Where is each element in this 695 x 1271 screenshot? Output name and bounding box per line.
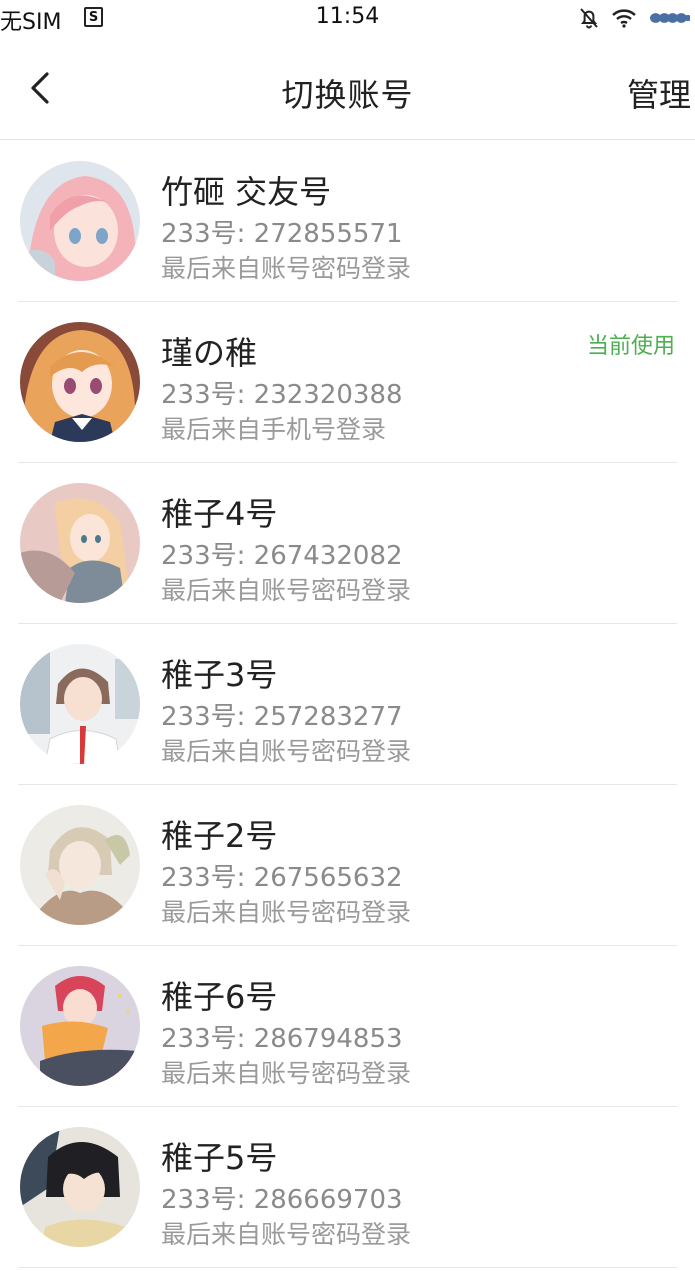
avatar	[20, 1127, 140, 1247]
account-id: 233号: 272855571	[161, 219, 403, 249]
avatar	[20, 644, 140, 764]
account-name: 稚子5号	[161, 1139, 278, 1177]
last-login-method: 最后来自账号密码登录	[161, 1059, 412, 1088]
account-row[interactable]: 稚子3号 233号: 257283277 最后来自账号密码登录	[0, 624, 695, 785]
manage-button[interactable]: 管理	[627, 70, 691, 116]
last-login-method: 最后来自账号密码登录	[161, 898, 412, 927]
avatar	[20, 805, 140, 925]
account-row[interactable]: 稚子6号 233号: 286794853 最后来自账号密码登录	[0, 946, 695, 1107]
account-row[interactable]: 稚子2号 233号: 267565632 最后来自账号密码登录	[0, 785, 695, 946]
account-id: 233号: 286794853	[161, 1024, 403, 1054]
nav-bar: 切换账号 管理	[0, 42, 695, 140]
battery-icon	[647, 9, 691, 27]
account-row[interactable]: 稚子5号 233号: 286669703 最后来自账号密码登录	[0, 1107, 695, 1268]
account-name: 稚子6号	[161, 978, 278, 1016]
avatar	[20, 483, 140, 603]
account-name: 稚子2号	[161, 817, 278, 855]
account-id: 233号: 232320388	[161, 380, 403, 410]
account-name: 瑾の稚	[161, 334, 258, 372]
status-bar: 无SIM S 11:54	[0, 0, 695, 36]
last-login-method: 最后来自手机号登录	[161, 415, 387, 444]
account-id: 233号: 286669703	[161, 1185, 403, 1215]
account-row[interactable]: 稚子4号 233号: 267432082 最后来自账号密码登录	[0, 463, 695, 624]
avatar	[20, 322, 140, 442]
last-login-method: 最后来自账号密码登录	[161, 1220, 412, 1249]
account-id: 233号: 257283277	[161, 702, 403, 732]
account-name: 稚子4号	[161, 495, 278, 533]
account-id: 233号: 267565632	[161, 863, 403, 893]
account-id: 233号: 267432082	[161, 541, 403, 571]
wifi-icon	[611, 8, 637, 28]
last-login-method: 最后来自账号密码登录	[161, 254, 412, 283]
account-name: 竹砸 交友号	[161, 173, 332, 211]
avatar	[20, 966, 140, 1086]
divider	[18, 1267, 677, 1268]
account-row[interactable]: 瑾の稚 当前使用 233号: 232320388 最后来自手机号登录	[0, 302, 695, 463]
account-name: 稚子3号	[161, 656, 278, 694]
last-login-method: 最后来自账号密码登录	[161, 737, 412, 766]
mute-bell-icon	[577, 6, 601, 30]
account-list: 竹砸 交友号 233号: 272855571 最后来自账号密码登录 瑾の稚 当前…	[0, 141, 695, 1268]
current-account-badge: 当前使用	[586, 334, 675, 359]
page-title: 切换账号	[281, 76, 414, 114]
status-icons	[577, 6, 691, 30]
avatar	[20, 161, 140, 281]
last-login-method: 最后来自账号密码登录	[161, 576, 412, 605]
account-row[interactable]: 竹砸 交友号 233号: 272855571 最后来自账号密码登录	[0, 141, 695, 302]
